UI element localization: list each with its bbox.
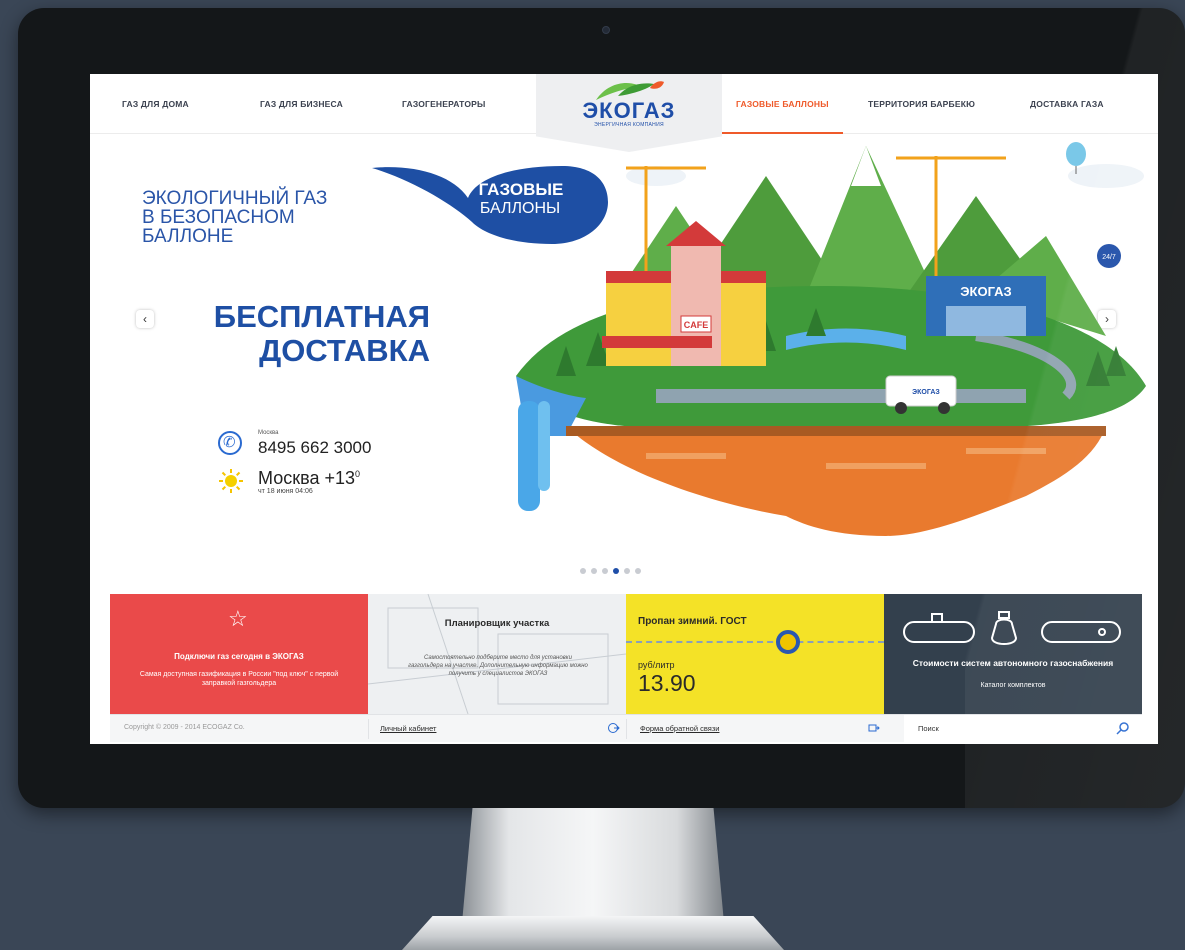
nav-gas-home[interactable]: ГАЗ ДЛЯ ДОМА — [122, 74, 189, 134]
personal-account-link[interactable]: Личный кабинет — [380, 724, 436, 733]
nav-gas-cylinders[interactable]: ГАЗОВЫЕ БАЛЛОНЫ — [722, 74, 843, 134]
search-box[interactable]: Поиск — [904, 715, 1142, 743]
building-sign: ЭКОГАЗ — [960, 284, 1011, 299]
camera-dot — [602, 26, 610, 34]
tile-site-planner[interactable]: Планировщик участка Самостоятельно подбе… — [368, 594, 626, 714]
slider-dot[interactable] — [635, 568, 641, 574]
floating-island-illustration: CAFE ЭКОГАЗ 24/7 ЭКОГАЗ — [516, 142, 1146, 536]
feedback-form-link[interactable]: Форма обратной связи — [640, 724, 719, 733]
slider-dot[interactable] — [624, 568, 630, 574]
tile-connect-text: Самая доступная газификация в России "по… — [139, 671, 339, 687]
website-screen: ГАЗ ДЛЯ ДОМА ГАЗ ДЛЯ БИЗНЕСА ГАЗОГЕНЕРАТ… — [90, 74, 1158, 744]
tile-price-unit: руб/литр — [638, 660, 675, 670]
nav-gas-delivery[interactable]: ДОСТАВКА ГАЗА — [1030, 74, 1104, 134]
phone-icon — [218, 431, 242, 455]
weather-readout: Москва +130 — [258, 468, 360, 489]
tile-systems-catalog-link[interactable]: Каталог комплектов — [884, 682, 1142, 689]
slider-dot[interactable] — [602, 568, 608, 574]
tile-autonomous-systems[interactable]: Стоимости систем автономного газоснабжен… — [884, 594, 1142, 714]
slider-dot[interactable] — [613, 568, 619, 574]
tile-price-title: Пропан зимний. ГОСТ — [638, 616, 747, 627]
slider-dot[interactable] — [591, 568, 597, 574]
tile-planner-title: Планировщик участка — [444, 618, 550, 629]
logo-subtitle: ЭНЕРГИЧНАЯ КОМПАНИЯ — [594, 122, 664, 128]
price-scale-line — [626, 641, 884, 643]
monitor-stand-neck — [462, 808, 724, 923]
slider-prev-button[interactable]: ‹ — [136, 310, 154, 328]
nav-gas-generators[interactable]: ГАЗОГЕНЕРАТОРЫ — [402, 74, 486, 134]
tile-propane-price[interactable]: Пропан зимний. ГОСТ руб/литр 13.90 — [626, 594, 884, 714]
weather-date: чт 18 июня 04:06 — [258, 488, 313, 495]
monitor-frame: ГАЗ ДЛЯ ДОМА ГАЗ ДЛЯ БИЗНЕСА ГАЗОГЕНЕРАТ… — [18, 8, 1185, 808]
tile-connect-gas[interactable]: ☆ Подключи газ сегодня в ЭКОГАЗ Самая до… — [110, 594, 368, 714]
feedback-icon[interactable] — [868, 722, 880, 734]
weather-city-temp: Москва +13 — [258, 468, 355, 488]
monitor-stand-base — [402, 916, 784, 950]
phone-city: Москва — [258, 430, 279, 436]
degree-mark: 0 — [355, 469, 361, 479]
truck-label: ЭКОГАЗ — [912, 389, 940, 396]
tile-systems-title: Стоимости систем автономного газоснабжен… — [912, 658, 1114, 668]
price-gauge-icon — [776, 630, 800, 654]
gas-tanks-icon — [903, 611, 1121, 645]
badge-247: 24/7 — [1102, 254, 1116, 261]
footer-divider — [368, 719, 369, 739]
sun-icon — [219, 469, 243, 493]
search-label: Поиск — [918, 724, 939, 733]
nav-bbq-territory[interactable]: ТЕРРИТОРИЯ БАРБЕКЮ — [868, 74, 975, 134]
search-icon[interactable] — [1116, 721, 1130, 735]
logo-title: ЭКОГАЗ — [582, 98, 676, 123]
cafe-sign: CAFE — [684, 320, 709, 330]
free-delivery-promo: БЕСПЛАТНАЯ ДОСТАВКА — [213, 299, 430, 368]
nav-gas-business[interactable]: ГАЗ ДЛЯ БИЗНЕСА — [260, 74, 343, 134]
footer-bar: Copyright © 2009 - 2014 ECOGAZ Co. Личны… — [110, 714, 1142, 743]
tile-price-value: 13.90 — [638, 670, 696, 696]
footer-divider — [626, 719, 627, 739]
copyright-text: Copyright © 2009 - 2014 ECOGAZ Co. — [124, 724, 245, 731]
tile-planner-text: Самостоятельно подберите место для устан… — [408, 655, 588, 677]
star-icon: ☆ — [228, 606, 248, 631]
hero-title: ЭКОЛОГИЧНЫЙ ГАЗ В БЕЗОПАСНОМ БАЛЛОНЕ — [142, 188, 328, 247]
tile-connect-title: Подключи газ сегодня в ЭКОГАЗ — [174, 652, 304, 661]
login-icon[interactable] — [608, 722, 620, 734]
phone-number[interactable]: 8495 662 3000 — [258, 438, 371, 458]
slider-dot[interactable] — [580, 568, 586, 574]
slider-dots — [580, 568, 641, 574]
